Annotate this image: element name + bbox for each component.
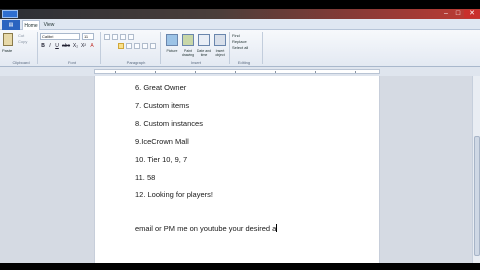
italic-button[interactable]: I — [47, 43, 53, 49]
editing-group-label: Editing — [237, 60, 251, 65]
title-bar: – □ ✕ — [0, 9, 480, 19]
superscript-button[interactable]: X² — [80, 43, 87, 49]
document-line-active[interactable]: email or PM me on youtube your desired a — [135, 224, 278, 233]
picture-icon[interactable] — [166, 34, 178, 46]
paste-icon[interactable] — [3, 33, 13, 46]
ruler-tick — [115, 71, 116, 73]
justify-button[interactable] — [142, 43, 148, 49]
quick-access-icon[interactable] — [2, 10, 18, 18]
document-line[interactable]: 8. Custom instances — [135, 119, 203, 128]
font-group-label: Font — [67, 60, 76, 65]
font-color-button[interactable]: A — [89, 43, 95, 49]
document-line[interactable]: 10. Tier 10, 9, 7 — [135, 155, 187, 164]
file-menu-button[interactable]: ▤ — [2, 20, 20, 30]
close-button[interactable]: ✕ — [464, 10, 480, 18]
decrease-indent-button[interactable] — [104, 34, 110, 40]
ruler-tick — [195, 71, 196, 73]
insert-paint-drawing-label[interactable]: Paint drawing — [180, 49, 196, 57]
ruler[interactable] — [0, 67, 480, 76]
active-line-text: email or PM me on youtube your desired a — [135, 224, 277, 233]
insert-group-label: Insert — [190, 60, 201, 65]
maximize-button[interactable]: □ — [452, 10, 464, 18]
insert-date-time-label[interactable]: Date and time — [196, 49, 212, 57]
replace-button[interactable]: Replace — [232, 39, 247, 44]
tab-home[interactable]: Home — [22, 20, 40, 30]
tab-view[interactable]: View — [42, 20, 56, 30]
document-line[interactable]: 9.IceCrown Mall — [135, 137, 189, 146]
font-size-select[interactable]: 11 — [82, 33, 94, 40]
wordpad-window: – □ ✕ ▤ Home View Paste Cut Copy Clipboa… — [0, 9, 480, 263]
ruler-tick — [355, 71, 356, 73]
paint-drawing-icon[interactable] — [182, 34, 194, 46]
insert-picture-label[interactable]: Picture — [164, 49, 180, 53]
document-line[interactable]: 11. 58 — [135, 173, 155, 182]
bold-button[interactable]: B — [40, 43, 46, 49]
align-left-button[interactable] — [118, 43, 124, 49]
strikethrough-button[interactable]: abc — [61, 43, 71, 49]
document-line[interactable]: 12. Looking for players! — [135, 190, 213, 199]
align-center-button[interactable] — [126, 43, 132, 49]
minimize-button[interactable]: – — [440, 10, 452, 18]
find-button[interactable]: Find — [232, 33, 240, 38]
bullets-button[interactable] — [120, 34, 126, 40]
ruler-tick — [315, 71, 316, 73]
ruler-tick — [275, 71, 276, 73]
align-right-button[interactable] — [134, 43, 140, 49]
cut-button[interactable]: Cut — [18, 34, 32, 38]
increase-indent-button[interactable] — [112, 34, 118, 40]
divider — [100, 32, 101, 64]
clipboard-group-label: Clipboard — [12, 60, 30, 65]
select-all-button[interactable]: Select all — [232, 45, 248, 50]
subscript-button[interactable]: X₂ — [72, 43, 79, 49]
document-line[interactable]: 6. Great Owner — [135, 83, 186, 92]
insert-object-label[interactable]: Insert object — [212, 49, 228, 57]
line-spacing-button[interactable] — [128, 34, 134, 40]
document-page[interactable]: 6. Great Owner 7. Custom items 8. Custom… — [94, 76, 380, 263]
ribbon: Paste Cut Copy Clipboard Calibri 11 B I … — [0, 30, 480, 67]
document-line[interactable]: 7. Custom items — [135, 101, 189, 110]
scrollbar-thumb[interactable] — [474, 136, 480, 256]
vertical-scrollbar[interactable] — [472, 76, 480, 263]
divider — [160, 32, 161, 64]
object-icon[interactable] — [214, 34, 226, 46]
ruler-tick — [235, 71, 236, 73]
font-family-select[interactable]: Calibri — [40, 33, 80, 40]
document-area[interactable]: 6. Great Owner 7. Custom items 8. Custom… — [0, 76, 472, 263]
copy-button[interactable]: Copy — [18, 40, 32, 44]
divider — [37, 32, 38, 64]
calendar-icon[interactable] — [198, 34, 210, 46]
text-cursor — [276, 224, 278, 232]
divider — [262, 32, 263, 64]
underline-button[interactable]: U — [54, 43, 60, 49]
paragraph-dialog-button[interactable] — [150, 43, 156, 49]
ruler-tick — [155, 71, 156, 73]
ribbon-tabs: ▤ Home View — [0, 19, 480, 30]
ruler-bar[interactable] — [94, 69, 380, 74]
paste-button-label[interactable]: Paste — [2, 48, 12, 53]
divider — [229, 32, 230, 64]
paragraph-group-label: Paragraph — [126, 60, 146, 65]
